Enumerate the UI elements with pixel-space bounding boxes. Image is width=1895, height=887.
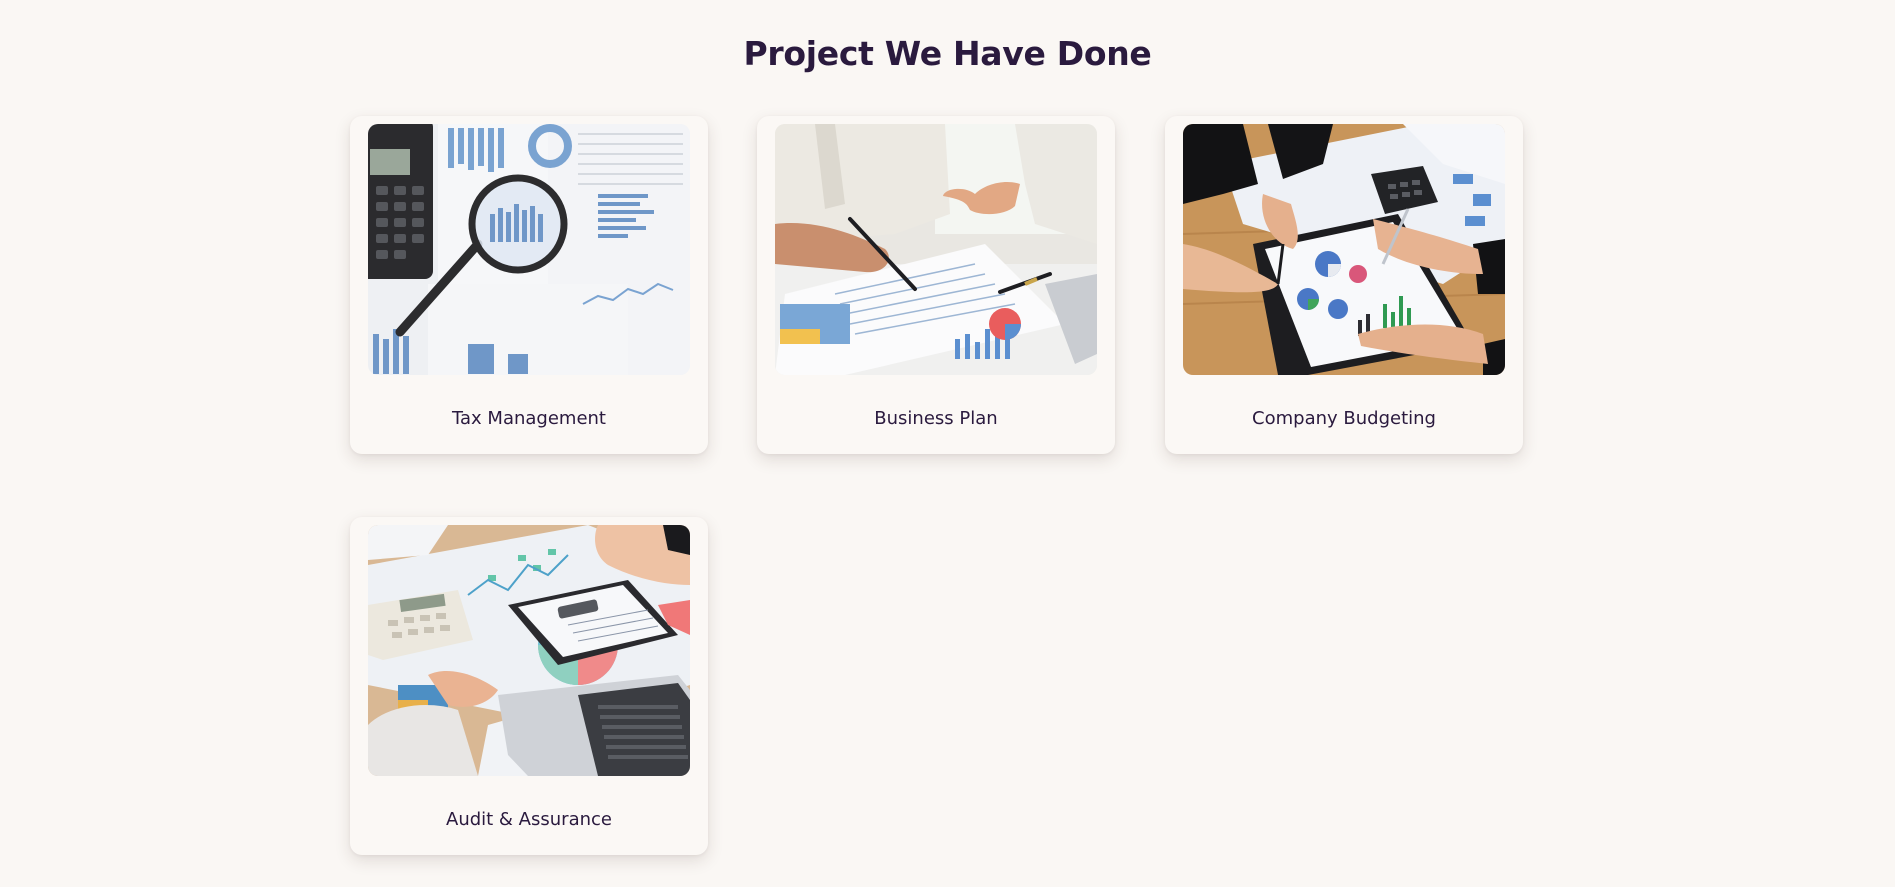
project-title: Tax Management	[452, 408, 606, 429]
project-card-company-budgeting[interactable]: Company Budgeting	[1165, 116, 1523, 454]
project-image-audit-assurance	[368, 525, 690, 776]
project-title: Audit & Assurance	[446, 809, 612, 830]
section-title: Project We Have Done	[743, 34, 1152, 73]
project-card-business-plan[interactable]: Business Plan	[757, 116, 1115, 454]
project-title: Company Budgeting	[1252, 408, 1436, 429]
project-image-tax-management	[368, 124, 690, 375]
project-card-tax-management[interactable]: Tax Management	[350, 116, 708, 454]
project-image-company-budgeting	[1183, 124, 1505, 375]
project-card-audit-assurance[interactable]: Audit & Assurance	[350, 517, 708, 855]
project-image-business-plan	[775, 124, 1097, 375]
project-title: Business Plan	[874, 408, 998, 429]
